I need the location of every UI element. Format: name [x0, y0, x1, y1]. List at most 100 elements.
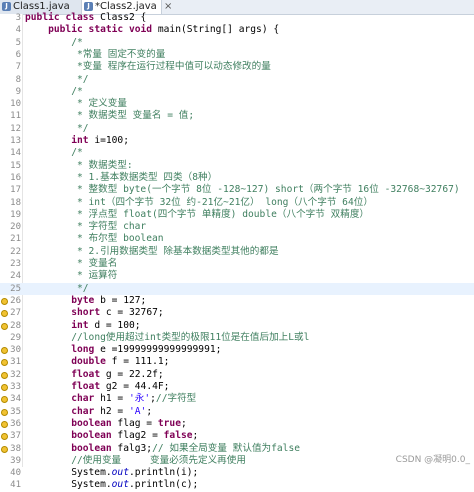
- code-text: /*: [25, 147, 83, 159]
- code-text: //使用变量 变量必须先定义再使用: [71, 454, 246, 466]
- code-line[interactable]: 6 *常量 固定不变的量: [0, 49, 474, 61]
- line-number: 7: [15, 62, 21, 73]
- code-text: * 浮点型 float(四个字节 单精度) double（八个字节 双精度）: [25, 208, 370, 220]
- java-file-icon: J: [84, 2, 93, 11]
- code-text: * 定义变量: [25, 98, 127, 110]
- code-line[interactable]: 35 char h2 = 'A';: [0, 406, 474, 418]
- code-line[interactable]: 14 /*: [0, 147, 474, 159]
- line-number: 40: [10, 468, 21, 479]
- line-number: 17: [10, 185, 21, 196]
- line-number: 29: [10, 332, 21, 343]
- code-line[interactable]: 4 public static void main(String[] args)…: [0, 24, 474, 36]
- code-text: */: [25, 282, 89, 294]
- code-text: public class Class2 {: [25, 12, 147, 23]
- java-file-icon: J: [2, 2, 11, 11]
- code-text: //long使用超过int类型的极限11位是在值后加上L或l: [71, 331, 310, 343]
- code-text: short c = 32767;: [71, 307, 164, 319]
- code-line[interactable]: 31 double f = 111.1;: [0, 356, 474, 368]
- warning-icon[interactable]: [1, 420, 8, 428]
- code-editor[interactable]: 3 public class Class2 {4 public static vo…: [0, 12, 474, 490]
- code-line[interactable]: 11 * 数据类型 变量名 = 值;: [0, 110, 474, 122]
- line-number: 21: [10, 234, 21, 245]
- line-number: 19: [10, 209, 21, 220]
- code-line[interactable]: 8 */: [0, 74, 474, 86]
- code-line[interactable]: 3 public class Class2 {: [0, 12, 474, 24]
- code-line[interactable]: 28 int d = 100;: [0, 320, 474, 332]
- tab-label: *Class2.java: [95, 1, 157, 12]
- warning-icon[interactable]: [1, 384, 8, 391]
- code-line[interactable]: 34 char h1 = '永';//字符型: [0, 393, 474, 405]
- code-line[interactable]: 20 * 字符型 char: [0, 221, 474, 233]
- code-line[interactable]: 15 * 数据类型:: [0, 160, 474, 172]
- line-number: 9: [15, 86, 21, 97]
- code-text: float g2 = 44.4F;: [71, 381, 170, 392]
- code-line[interactable]: 19 * 浮点型 float(四个字节 单精度) double（八个字节 双精度…: [0, 209, 474, 221]
- code-line[interactable]: 12 */: [0, 123, 474, 135]
- code-line[interactable]: 29 //long使用超过int类型的极限11位是在值后加上L或l: [0, 332, 474, 344]
- code-text: long e =19999999999999991;: [71, 344, 222, 356]
- tab-label: Class1.java: [13, 1, 70, 12]
- line-number: 25: [10, 283, 21, 294]
- code-line[interactable]: 41 System.out.println(c);: [0, 479, 474, 491]
- code-text: boolean flag = true;: [71, 417, 187, 429]
- code-text: */: [25, 73, 89, 85]
- code-line[interactable]: 25 */: [0, 282, 474, 295]
- code-text: * 数据类型:: [25, 159, 133, 171]
- code-text: * 数据类型 变量名 = 值;: [25, 110, 195, 122]
- code-text: char h2 = 'A';: [71, 405, 153, 417]
- code-line[interactable]: 7 *变量 程序在运行过程中值可以动态修改的量: [0, 61, 474, 73]
- warning-icon[interactable]: [1, 408, 8, 416]
- code-line[interactable]: 23 * 变量名: [0, 258, 474, 270]
- warning-icon[interactable]: [1, 371, 8, 379]
- code-text: * 2.引用数据类型 除基本数据类型其他的都是: [25, 245, 279, 257]
- code-line[interactable]: 30 long e =19999999999999991;: [0, 344, 474, 356]
- code-line[interactable]: 9 /*: [0, 86, 474, 98]
- code-line[interactable]: 13 int i=100;: [0, 135, 474, 147]
- code-text: boolean flag2 = false;: [71, 430, 199, 442]
- code-line[interactable]: 36 boolean flag = true;: [0, 418, 474, 430]
- line-number: 10: [10, 99, 21, 110]
- code-line[interactable]: 22 * 2.引用数据类型 除基本数据类型其他的都是: [0, 246, 474, 258]
- code-text: double f = 111.1;: [71, 356, 170, 368]
- line-number: 4: [15, 25, 21, 36]
- code-text: int i=100;: [71, 135, 129, 146]
- warning-icon[interactable]: [1, 322, 8, 330]
- code-line[interactable]: 21 * 布尔型 boolean: [0, 233, 474, 245]
- code-line[interactable]: 33 float g2 = 44.4F;: [0, 381, 474, 393]
- line-number: 24: [10, 271, 21, 282]
- line-number: 3: [15, 13, 21, 23]
- line-number: 18: [10, 197, 21, 208]
- line-number: 5: [15, 37, 21, 48]
- code-text: char h1 = '永';//字符型: [71, 393, 197, 405]
- code-line[interactable]: 32 float g = 22.2f;: [0, 369, 474, 381]
- code-text: *常量 固定不变的量: [25, 48, 166, 60]
- line-number: 41: [10, 480, 21, 491]
- code-text: * 运算符: [25, 270, 118, 282]
- line-number: 13: [10, 136, 21, 146]
- line-number: 6: [15, 49, 21, 60]
- code-line[interactable]: 40 System.out.println(i);: [0, 467, 474, 479]
- code-line[interactable]: 27 short c = 32767;: [0, 307, 474, 319]
- warning-icon[interactable]: [1, 297, 8, 305]
- warning-icon[interactable]: [1, 445, 8, 453]
- code-line[interactable]: 26 byte b = 127;: [0, 295, 474, 307]
- code-text: int d = 100;: [71, 319, 141, 331]
- code-line[interactable]: 18 * int（四个字节 32位 约-21亿~21亿） long（八个字节 6…: [0, 197, 474, 209]
- line-number: 22: [10, 246, 21, 257]
- code-text: *变量 程序在运行过程中值可以动态修改的量: [25, 61, 271, 73]
- line-number: 14: [10, 148, 21, 159]
- line-number: 23: [10, 259, 21, 269]
- code-line[interactable]: 10 * 定义变量: [0, 98, 474, 110]
- line-number: 11: [10, 111, 21, 122]
- code-line[interactable]: 24 * 运算符: [0, 270, 474, 282]
- line-number: 20: [10, 222, 21, 233]
- code-line[interactable]: 17 * 整数型 byte(一个字节 8位 -128~127) short（两个…: [0, 184, 474, 196]
- close-icon[interactable]: ×: [164, 1, 172, 12]
- code-line[interactable]: 16 * 1.基本数据类型 四类（8种）: [0, 172, 474, 184]
- code-text: boolean falg3;// 如果全局变量 默认值为false: [71, 442, 301, 454]
- code-text: /*: [25, 36, 83, 48]
- code-text: * 变量名: [25, 258, 118, 269]
- code-line[interactable]: 37 boolean flag2 = false;: [0, 430, 474, 442]
- code-text: * 布尔型 boolean: [25, 233, 164, 245]
- code-line[interactable]: 5 /*: [0, 37, 474, 49]
